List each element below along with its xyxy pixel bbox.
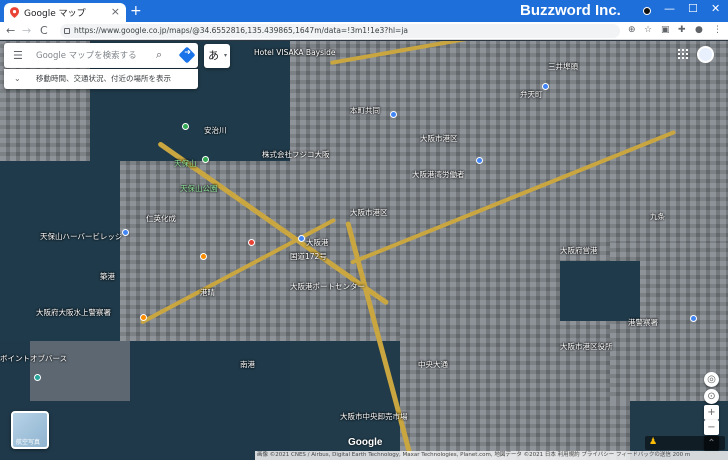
tab-title: Google マップ bbox=[24, 9, 86, 19]
google-logo: Google bbox=[348, 437, 383, 448]
google-maps-favicon-icon bbox=[10, 7, 19, 18]
address-bar[interactable]: https://www.google.co.jp/maps/@34.655281… bbox=[60, 24, 620, 38]
map-label[interactable]: 港警察署 bbox=[628, 317, 658, 328]
map-label: 港晴 bbox=[200, 288, 215, 297]
station-pin-icon[interactable] bbox=[542, 83, 549, 90]
ime-mode-indicator[interactable]: あ ▾ bbox=[204, 44, 230, 68]
caret-down-icon: ▾ bbox=[223, 52, 227, 59]
place-pin-icon[interactable] bbox=[690, 315, 697, 322]
satellite-map[interactable]: Hotel VISAKA Bayside 三井埠頭 本町共同 安治川 天保山公園… bbox=[0, 41, 728, 460]
map-label[interactable]: 三井埠頭 bbox=[548, 61, 578, 72]
map-label[interactable]: 株式会社フジコ大阪 bbox=[262, 149, 330, 160]
browser-toolbar: ← → C https://www.google.co.jp/maps/@34.… bbox=[0, 22, 728, 40]
map-label: 南港 bbox=[240, 360, 255, 369]
layer-switcher[interactable]: 航空写真 bbox=[11, 411, 49, 449]
food-pin-icon[interactable] bbox=[200, 253, 207, 260]
imagery-strip[interactable]: ♟ bbox=[645, 436, 725, 450]
reload-button[interactable]: C bbox=[40, 24, 48, 37]
park-pin-icon[interactable] bbox=[202, 156, 209, 163]
map-label[interactable]: 本町共同 bbox=[350, 105, 380, 116]
apps-grid-icon[interactable] bbox=[678, 49, 688, 59]
profile-icon[interactable]: ● bbox=[695, 25, 703, 35]
map-label: 国道172号 bbox=[290, 252, 327, 261]
translate-icon[interactable]: ⊕ bbox=[628, 25, 636, 35]
zoom-out-button[interactable]: − bbox=[704, 420, 719, 435]
map-label: 大阪市港区 bbox=[350, 208, 388, 217]
minimize-button[interactable]: — bbox=[664, 2, 675, 15]
map-label[interactable]: 大阪府営港 bbox=[560, 245, 598, 256]
layer-label: 航空写真 bbox=[16, 439, 41, 446]
map-label: 築港 bbox=[100, 272, 115, 281]
map-label[interactable]: ボイントオブバース bbox=[0, 353, 67, 364]
pegman-icon[interactable]: ♟ bbox=[649, 437, 657, 447]
bookmark-star-icon[interactable]: ☆ bbox=[644, 25, 652, 35]
map-label[interactable]: 弁天町 bbox=[520, 89, 543, 100]
map-label: 安治川 bbox=[204, 126, 227, 135]
park-pin-icon[interactable] bbox=[182, 123, 189, 130]
map-label[interactable]: 大阪港ポートセンター bbox=[290, 281, 365, 292]
brand-watermark: Buzzword Inc. bbox=[520, 2, 621, 19]
new-tab-button[interactable]: + bbox=[130, 3, 142, 19]
map-label: 九条 bbox=[650, 212, 665, 221]
map-label[interactable]: 大阪市中央卸売市場 bbox=[340, 411, 408, 422]
search-icon[interactable]: ⌕ bbox=[156, 48, 162, 62]
map-label: 大阪港 bbox=[306, 238, 329, 247]
attribution-text[interactable]: 画像 ©2021 CNES / Airbus, Digital Earth Te… bbox=[257, 452, 690, 458]
map-label[interactable]: Hotel VISAKA Bayside bbox=[254, 48, 335, 57]
map-label[interactable]: 天保山 bbox=[174, 158, 197, 169]
maximize-button[interactable]: ☐ bbox=[688, 2, 698, 15]
landmark-pin-icon[interactable] bbox=[34, 374, 41, 381]
attribution-bar: 画像 ©2021 CNES / Airbus, Digital Earth Te… bbox=[255, 451, 728, 460]
wharf bbox=[30, 341, 130, 401]
search-input[interactable] bbox=[34, 48, 154, 63]
account-avatar[interactable] bbox=[697, 46, 714, 63]
map-label: 大阪市港区 bbox=[420, 134, 458, 143]
url-text: https://www.google.co.jp/maps/@34.655281… bbox=[74, 26, 409, 35]
map-label: 中央大通 bbox=[418, 360, 448, 369]
browser-tab[interactable]: Google マップ × bbox=[4, 3, 126, 22]
close-window-button[interactable]: ✕ bbox=[711, 2, 720, 15]
menu-icon[interactable]: ☰ bbox=[13, 50, 23, 61]
explore-nearby-text: 移動時間、交通状況、付近の場所を表示 bbox=[36, 74, 171, 83]
compass-icon[interactable]: ◎ bbox=[704, 372, 719, 387]
zoom-in-button[interactable]: + bbox=[704, 405, 719, 420]
place-pin-icon[interactable] bbox=[390, 111, 397, 118]
record-indicator-icon bbox=[643, 7, 651, 15]
browser-menu-icon[interactable]: ⋮ bbox=[713, 25, 722, 35]
map-label[interactable]: 大阪府大阪水上警察署 bbox=[36, 307, 111, 318]
map-label[interactable]: 天保山ハーバービレッジ bbox=[40, 231, 122, 242]
shop-pin-icon[interactable] bbox=[248, 239, 255, 246]
directions-icon[interactable]: ➜ bbox=[178, 46, 196, 64]
extension-icon[interactable]: ▣ bbox=[661, 25, 670, 35]
search-box: ☰ ⌕ ➜ bbox=[4, 43, 198, 68]
map-label[interactable]: 大阪市港区役所 bbox=[560, 341, 613, 352]
chevron-down-icon: ⌄ bbox=[14, 74, 21, 83]
food-pin-icon[interactable] bbox=[140, 314, 147, 321]
back-button[interactable]: ← bbox=[6, 24, 15, 37]
browser-titlebar: Google マップ × + Buzzword Inc. — ☐ ✕ bbox=[0, 0, 728, 22]
ime-mode-label: あ bbox=[208, 49, 219, 62]
place-pin-icon[interactable] bbox=[298, 235, 305, 242]
lock-icon bbox=[64, 28, 70, 34]
place-pin-icon[interactable] bbox=[476, 157, 483, 164]
my-location-icon[interactable]: ⊙ bbox=[704, 389, 719, 404]
place-pin-icon[interactable] bbox=[122, 229, 129, 236]
map-label[interactable]: 仁英化成 bbox=[146, 213, 176, 224]
map-label[interactable]: 大阪港湾労働者 bbox=[412, 169, 465, 180]
puzzle-icon[interactable]: ✚ bbox=[678, 25, 686, 35]
map-label[interactable]: 天保山公園 bbox=[180, 183, 218, 194]
explore-nearby-bar[interactable]: ⌄ 移動時間、交通状況、付近の場所を表示 bbox=[4, 69, 198, 89]
tab-close-icon[interactable]: × bbox=[111, 5, 120, 18]
forward-button[interactable]: → bbox=[22, 24, 31, 37]
canal-water bbox=[560, 261, 640, 321]
